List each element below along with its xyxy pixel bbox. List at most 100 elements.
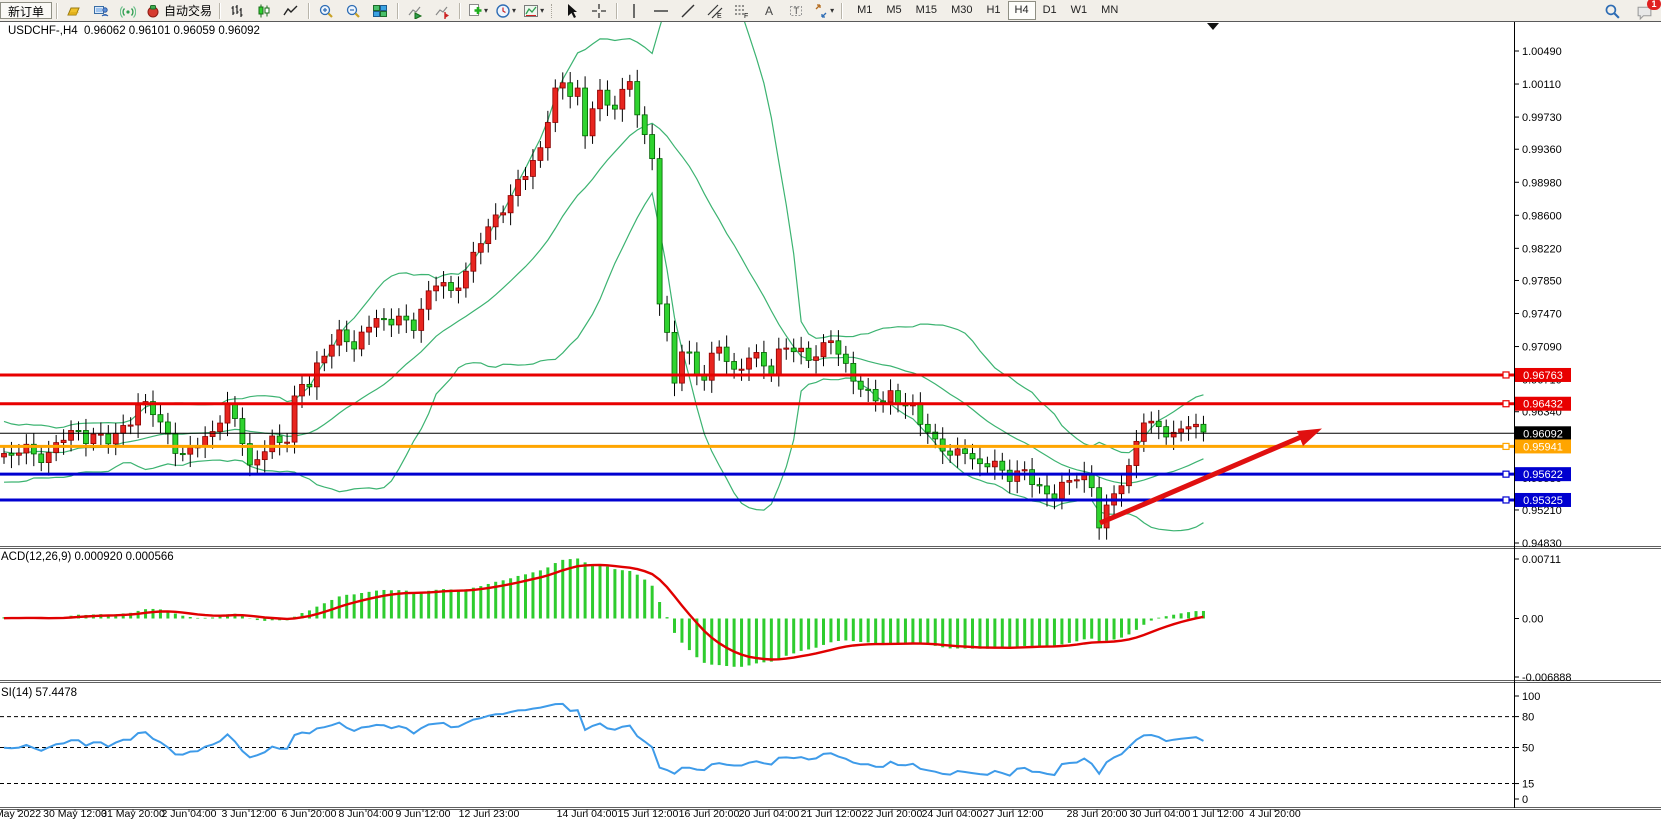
candle-body: [761, 352, 766, 365]
crosshair-tool-button[interactable]: [586, 1, 612, 21]
terminal-button[interactable]: [88, 1, 114, 21]
timeframe-button-m1[interactable]: M1: [850, 1, 879, 20]
tile-windows-button[interactable]: [367, 1, 393, 21]
date-tick-label: 20 Jun 04:00: [739, 808, 800, 820]
candle-body: [866, 389, 871, 390]
horizontal-line-tool-button[interactable]: [648, 1, 674, 21]
chart-shift-marker[interactable]: [1207, 23, 1219, 30]
line-end-marker[interactable]: [1503, 497, 1509, 503]
line-chart-button[interactable]: [278, 1, 304, 21]
chart-shift-button[interactable]: [429, 1, 455, 21]
line-end-marker[interactable]: [1503, 443, 1509, 449]
price-tick-label: 0.94830: [1522, 538, 1562, 550]
channel-tool-button[interactable]: E: [702, 1, 728, 21]
fibonacci-tool-button[interactable]: F: [729, 1, 755, 21]
timeframe-button-h4[interactable]: H4: [1008, 1, 1036, 20]
chart-canvas[interactable]: 1.004901.001100.997300.993600.989800.986…: [0, 21, 1661, 821]
candle-body: [61, 440, 66, 442]
candle-body: [9, 453, 14, 455]
line-end-marker[interactable]: [1503, 471, 1509, 477]
auto-scroll-button[interactable]: [402, 1, 428, 21]
zoom-out-button[interactable]: [340, 1, 366, 21]
date-tick-label: 8 Jun 04:00: [339, 808, 394, 820]
date-tick-label: 27 Jun 12:00: [983, 808, 1044, 820]
trend-arrow-head[interactable]: [1297, 429, 1322, 447]
periods-button[interactable]: ▾: [492, 1, 519, 21]
market-watch-button[interactable]: [61, 1, 87, 21]
notification-badge: 1: [1647, 0, 1661, 10]
candle-body: [523, 176, 528, 179]
line-end-marker[interactable]: [1503, 372, 1509, 378]
candle-body: [434, 286, 439, 291]
search-button[interactable]: [1599, 1, 1625, 21]
line-end-marker[interactable]: [1503, 401, 1509, 407]
price-level-badge-text: 0.95622: [1523, 469, 1563, 481]
candle-body: [843, 354, 848, 363]
text-tool-button[interactable]: A: [756, 1, 782, 21]
rsi-tick-label: 15: [1522, 779, 1534, 791]
candle-body: [836, 341, 841, 354]
price-level-badge-text: 0.96763: [1523, 370, 1563, 382]
candle-body: [858, 381, 863, 389]
timeframe-button-m5[interactable]: M5: [879, 1, 908, 20]
zoom-in-button[interactable]: [313, 1, 339, 21]
tile-windows-icon: [372, 3, 388, 19]
trendline-tool-button[interactable]: [675, 1, 701, 21]
candle-body: [1194, 424, 1199, 426]
rsi-tick-label: 0: [1522, 794, 1528, 806]
candle-body: [367, 327, 372, 332]
candle-body: [963, 449, 968, 454]
signals-button[interactable]: [115, 1, 141, 21]
timeframe-button-m15[interactable]: M15: [909, 1, 944, 20]
macd-tick-label: 0.00: [1522, 614, 1543, 626]
candle-body: [1000, 461, 1005, 470]
timeframe-button-h1[interactable]: H1: [979, 1, 1007, 20]
notifications-button[interactable]: 1: [1631, 1, 1657, 21]
timeframe-button-d1[interactable]: D1: [1036, 1, 1064, 20]
date-axis[interactable]: May 202230 May 12:0031 May 20:002 Jun 04…: [0, 808, 1301, 820]
new-order-button[interactable]: 新订单: [0, 2, 52, 19]
candlestick-chart-button[interactable]: [251, 1, 277, 21]
candle-body: [679, 352, 684, 383]
cursor-icon: [564, 3, 580, 19]
candle-body: [1156, 421, 1161, 426]
vertical-line-tool-button[interactable]: [621, 1, 647, 21]
templates-button[interactable]: ▾: [520, 1, 547, 21]
candle-body: [948, 451, 953, 455]
macd-pane: [4, 559, 1203, 667]
candle-body: [188, 448, 193, 455]
price-tick-label: 0.99360: [1522, 144, 1562, 156]
text-label-tool-button[interactable]: T: [783, 1, 809, 21]
bar-chart-button[interactable]: [224, 1, 250, 21]
equidistant-channel-icon: E: [707, 3, 723, 19]
candle-body: [173, 434, 178, 453]
candle-body: [463, 271, 468, 288]
auto-trading-button[interactable]: 自动交易: [142, 1, 215, 21]
add-indicator-button[interactable]: ▾: [464, 1, 491, 21]
candle-body: [501, 213, 506, 215]
candle-body: [1052, 494, 1057, 499]
cursor-tool-button[interactable]: [559, 1, 585, 21]
price-tick-label: 1.00110: [1522, 79, 1561, 91]
candle-body: [1149, 421, 1154, 423]
trend-arrow[interactable]: [1100, 429, 1322, 524]
candle-body: [1015, 471, 1020, 481]
macd-indicator-label: ACD(12,26,9) 0.000920 0.000566: [1, 551, 174, 563]
date-tick-label: 24 Jun 04:00: [922, 808, 983, 820]
timeframe-button-m30[interactable]: M30: [944, 1, 979, 20]
candle-body: [1186, 427, 1191, 429]
toolbar-separator: [616, 3, 617, 19]
candle-body: [612, 105, 617, 109]
arrows-tool-button[interactable]: ▾: [810, 1, 837, 21]
candle-body: [516, 180, 521, 196]
candle-body: [471, 252, 476, 271]
timeframe-button-w1[interactable]: W1: [1064, 1, 1095, 20]
candle-body: [665, 304, 670, 332]
candle-body: [352, 342, 357, 349]
price-tick-label: 0.97470: [1522, 309, 1562, 321]
text-label-icon: T: [788, 3, 804, 19]
candle-body: [530, 160, 535, 176]
candle-body: [322, 356, 327, 363]
timeframe-button-mn[interactable]: MN: [1094, 1, 1125, 20]
price-tick-label: 1.00490: [1522, 46, 1562, 58]
